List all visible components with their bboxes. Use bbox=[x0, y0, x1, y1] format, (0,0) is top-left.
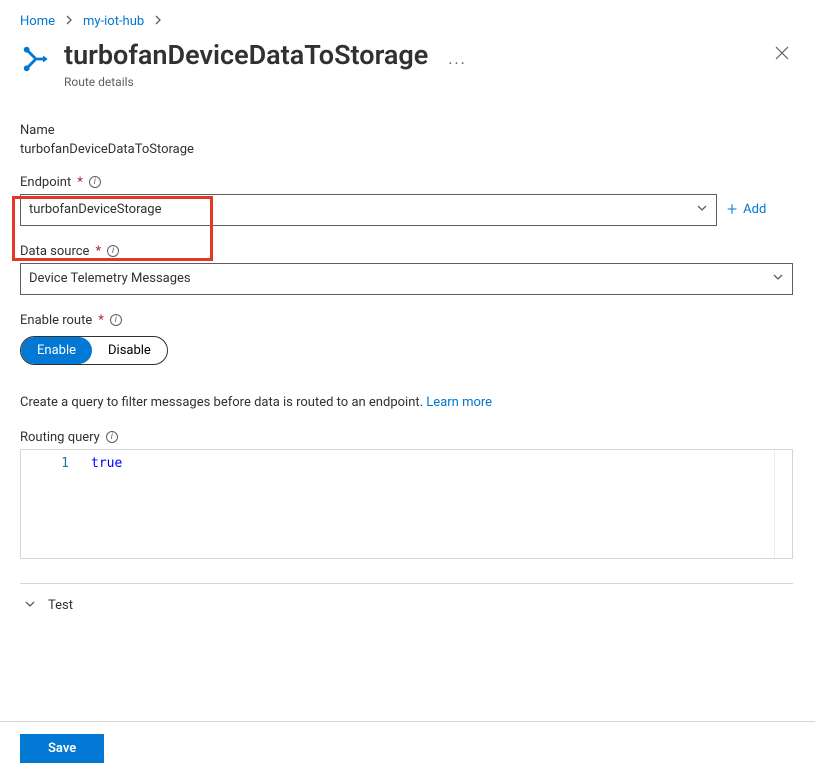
chevron-down-icon bbox=[772, 271, 784, 287]
breadcrumb-home-link[interactable]: Home bbox=[20, 14, 55, 29]
add-endpoint-button[interactable]: + Add bbox=[727, 201, 766, 219]
info-icon[interactable]: i bbox=[106, 431, 118, 443]
page-title: turbofanDeviceDataToStorage bbox=[64, 39, 428, 73]
endpoint-select[interactable]: turbofanDeviceStorage bbox=[20, 194, 717, 226]
query-editor[interactable]: 1 true bbox=[20, 449, 793, 559]
routing-query-label: Routing query i bbox=[20, 430, 795, 445]
enable-button[interactable]: Enable bbox=[21, 337, 92, 364]
data-source-value: Device Telemetry Messages bbox=[29, 271, 191, 286]
editor-gutter: 1 bbox=[21, 450, 83, 558]
data-source-label: Data source * i bbox=[20, 244, 795, 259]
required-marker: * bbox=[98, 313, 104, 328]
page-subtitle: Route details bbox=[64, 75, 428, 89]
save-button[interactable]: Save bbox=[20, 734, 104, 763]
test-label: Test bbox=[48, 598, 73, 613]
editor-scrollbar-area bbox=[774, 450, 792, 558]
breadcrumb: Home my-iot-hub bbox=[0, 0, 815, 35]
chevron-right-icon bbox=[152, 14, 164, 29]
enable-route-label: Enable route * i bbox=[20, 313, 795, 328]
chevron-down-icon bbox=[696, 202, 708, 218]
info-icon[interactable]: i bbox=[107, 245, 119, 257]
required-marker: * bbox=[95, 244, 101, 259]
info-icon[interactable]: i bbox=[89, 176, 101, 188]
route-icon bbox=[20, 43, 52, 75]
info-icon[interactable]: i bbox=[110, 314, 122, 326]
page-header: turbofanDeviceDataToStorage Route detail… bbox=[0, 35, 815, 105]
endpoint-label: Endpoint * i bbox=[20, 175, 795, 190]
editor-code[interactable]: true bbox=[83, 450, 130, 558]
plus-icon: + bbox=[727, 201, 737, 219]
data-source-select[interactable]: Device Telemetry Messages bbox=[20, 263, 793, 295]
query-hint: Create a query to filter messages before… bbox=[20, 395, 795, 410]
disable-button[interactable]: Disable bbox=[92, 337, 167, 364]
chevron-right-icon bbox=[63, 14, 75, 29]
breadcrumb-hub-link[interactable]: my-iot-hub bbox=[83, 14, 144, 29]
endpoint-select-value: turbofanDeviceStorage bbox=[29, 202, 161, 217]
footer: Save bbox=[0, 721, 815, 775]
enable-toggle: Enable Disable bbox=[20, 336, 168, 365]
test-expander[interactable]: Test bbox=[20, 584, 795, 628]
learn-more-link[interactable]: Learn more bbox=[426, 395, 492, 410]
more-button[interactable]: ··· bbox=[448, 54, 467, 73]
name-label: Name bbox=[20, 123, 795, 138]
form-content: Name turbofanDeviceDataToStorage Endpoin… bbox=[0, 123, 815, 628]
chevron-down-icon bbox=[24, 598, 36, 614]
close-button[interactable] bbox=[769, 39, 795, 70]
required-marker: * bbox=[77, 175, 83, 190]
add-label: Add bbox=[743, 202, 766, 217]
name-value: turbofanDeviceDataToStorage bbox=[20, 142, 795, 157]
